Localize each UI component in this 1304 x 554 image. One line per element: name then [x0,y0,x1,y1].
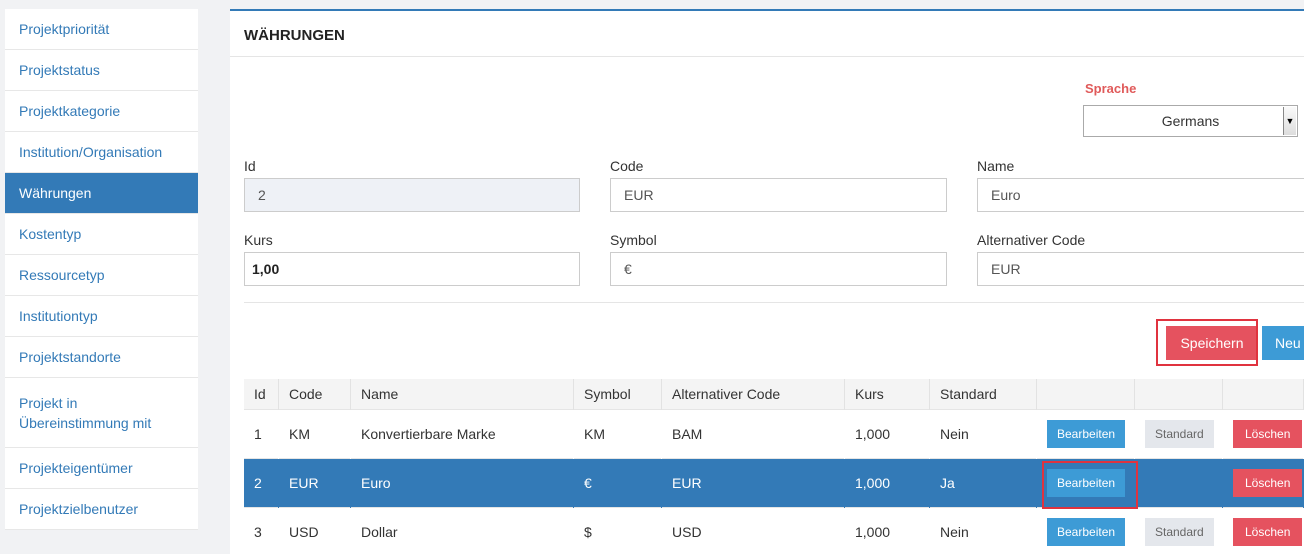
language-label: Sprache [1085,81,1136,96]
table-row[interactable]: 1 KM Konvertierbare Marke KM BAM 1,000 N… [244,410,1304,459]
sidebar: Projektpriorität Projektstatus Projektka… [5,9,198,530]
code-field[interactable]: EUR [610,178,947,212]
name-label: Name [977,158,1014,174]
sidebar-item-waehrungen[interactable]: Währungen [5,173,198,214]
delete-button[interactable]: Löschen [1233,518,1302,546]
sidebar-item-projektstatus[interactable]: Projektstatus [5,50,198,91]
col-code: Code [279,379,351,410]
name-field[interactable]: Euro [977,178,1304,212]
kurs-field[interactable]: 1,00 [244,252,580,286]
sidebar-item-projekteigentuemer[interactable]: Projekteigentümer [5,448,198,489]
col-edit [1037,379,1135,410]
divider [230,56,1304,57]
sidebar-item-projektprioritaet[interactable]: Projektpriorität [5,9,198,50]
code-label: Code [610,158,643,174]
cell-name: Dollar [351,508,574,554]
cell-code: USD [279,508,351,554]
new-button[interactable]: Neu [1262,326,1304,360]
symbol-field[interactable]: € [610,252,947,286]
sidebar-item-kostentyp[interactable]: Kostentyp [5,214,198,255]
cell-code: EUR [279,459,351,508]
sidebar-item-institution[interactable]: Institution/Organisation [5,132,198,173]
cell-id: 2 [244,459,279,508]
sidebar-item-projektkategorie[interactable]: Projektkategorie [5,91,198,132]
edit-button[interactable]: Bearbeiten [1047,518,1125,546]
cell-kurs: 1,000 [845,410,930,459]
divider [244,302,1304,303]
chevron-down-icon: ▼ [1283,107,1296,135]
altcode-field[interactable]: EUR [977,252,1304,286]
col-standard: Standard [930,379,1037,410]
edit-button[interactable]: Bearbeiten [1047,420,1125,448]
table-row[interactable]: 2 EUR Euro € EUR 1,000 Ja Bearbeiten Lös… [244,459,1304,508]
set-standard-button[interactable]: Standard [1145,518,1214,546]
sidebar-item-institutiontyp[interactable]: Institutiontyp [5,296,198,337]
sidebar-item-projektzielbenutzer[interactable]: Projektzielbenutzer [5,489,198,530]
language-select[interactable]: Germans ▼ [1083,105,1298,137]
col-symbol: Symbol [574,379,662,410]
save-highlight [1156,319,1258,366]
id-label: Id [244,158,256,174]
table-header-row: Id Code Name Symbol Alternativer Code Ku… [244,379,1304,410]
cell-name: Konvertierbare Marke [351,410,574,459]
cell-altcode: EUR [662,459,845,508]
cell-kurs: 1,000 [845,508,930,554]
currency-panel: WÄHRUNGEN Sprache Germans ▼ Id 2 Code EU… [230,9,1304,554]
cell-standard: Nein [930,410,1037,459]
col-id: Id [244,379,279,410]
col-altcode: Alternativer Code [662,379,845,410]
symbol-label: Symbol [610,232,657,248]
delete-button[interactable]: Löschen [1233,420,1302,448]
cell-standard: Nein [930,508,1037,554]
col-delete [1223,379,1304,410]
cell-name: Euro [351,459,574,508]
col-setstandard [1135,379,1223,410]
cell-altcode: BAM [662,410,845,459]
empty-cell [1135,459,1223,508]
sidebar-item-label: Projekt in Übereinstimmung mit [19,393,179,433]
cell-symbol: $ [574,508,662,554]
cell-id: 1 [244,410,279,459]
sidebar-item-ressourcetyp[interactable]: Ressourcetyp [5,255,198,296]
kurs-label: Kurs [244,232,273,248]
cell-standard: Ja [930,459,1037,508]
set-standard-button[interactable]: Standard [1145,420,1214,448]
language-value: Germans [1162,113,1220,129]
cell-altcode: USD [662,508,845,554]
col-kurs: Kurs [845,379,930,410]
edit-highlight [1042,461,1138,509]
cell-symbol: € [574,459,662,508]
sidebar-item-projekt-uebereinstimmung[interactable]: Projekt in Übereinstimmung mit [5,378,198,448]
altcode-label: Alternativer Code [977,232,1085,248]
id-field: 2 [244,178,580,212]
currency-table: Id Code Name Symbol Alternativer Code Ku… [244,379,1304,554]
delete-button[interactable]: Löschen [1233,469,1302,497]
cell-symbol: KM [574,410,662,459]
page-title: WÄHRUNGEN [244,27,345,44]
cell-id: 3 [244,508,279,554]
table-row[interactable]: 3 USD Dollar $ USD 1,000 Nein Bearbeiten… [244,508,1304,554]
cell-code: KM [279,410,351,459]
sidebar-item-projektstandorte[interactable]: Projektstandorte [5,337,198,378]
col-name: Name [351,379,574,410]
cell-kurs: 1,000 [845,459,930,508]
